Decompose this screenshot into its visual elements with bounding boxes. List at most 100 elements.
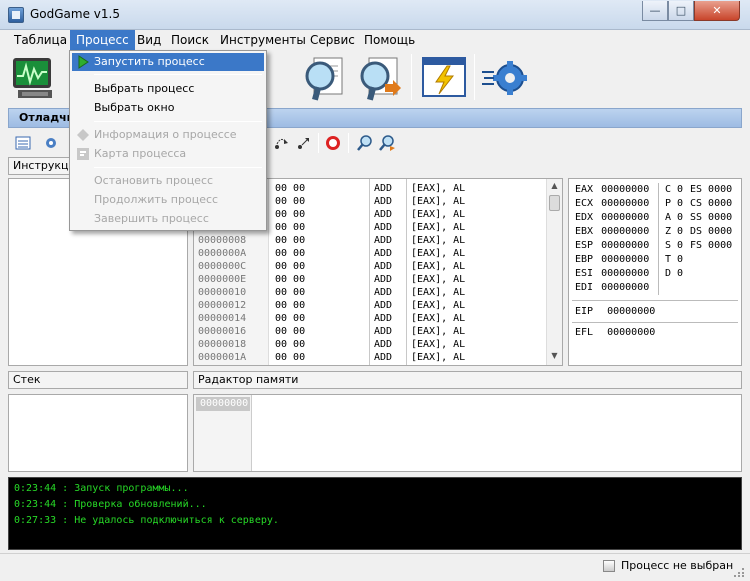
row-bytes: 00 00 <box>275 235 306 246</box>
row-operands: [EAX], AL <box>411 209 466 220</box>
row-opcode: ADD <box>374 274 393 285</box>
register-name: EBP <box>575 254 594 265</box>
register-name: ESI <box>575 268 594 279</box>
row-address: 00000010 <box>198 287 247 298</box>
disassembly-row[interactable]: 0000000C 00 00 ADD [EAX], AL <box>194 260 544 273</box>
menu-item-process-map[interactable]: Карта процесса <box>72 145 264 163</box>
memory-address[interactable]: 00000000 <box>196 397 250 411</box>
menu-item-resume-process[interactable]: Продолжить процесс <box>72 191 264 209</box>
row-bytes: 00 00 <box>275 222 306 233</box>
menu-process[interactable]: Процесс <box>70 30 135 50</box>
menu-item-start-process[interactable]: Запустить процесс <box>72 53 264 71</box>
map-icon <box>77 148 89 166</box>
disassembly-row[interactable]: 0000000E 00 00 ADD [EAX], AL <box>194 273 544 286</box>
toolbar-separator <box>318 133 319 153</box>
menu-item-select-process[interactable]: Выбрать процесс <box>72 80 264 98</box>
stack-view[interactable] <box>8 394 188 472</box>
lightning-window-icon[interactable] <box>420 54 468 102</box>
scroll-down-arrow[interactable]: ▼ <box>549 351 560 361</box>
row-operands: [EAX], AL <box>411 339 466 350</box>
segment-value: FS 0000 <box>690 240 733 251</box>
step-over-icon[interactable] <box>272 134 290 152</box>
disassembly-row[interactable]: 0000001A 00 00 ADD [EAX], AL <box>194 351 544 364</box>
register-name: EDI <box>575 282 594 293</box>
row-address: 00000014 <box>198 313 247 324</box>
scroll-thumb[interactable] <box>549 195 560 211</box>
row-bytes: 00 00 <box>275 248 306 259</box>
row-bytes: 00 00 <box>275 196 306 207</box>
row-opcode: ADD <box>374 248 393 259</box>
row-address: 00000012 <box>198 300 247 311</box>
menu-item-terminate-process[interactable]: Завершить процесс <box>72 210 264 228</box>
search-document-icon[interactable] <box>300 54 348 102</box>
row-opcode: ADD <box>374 300 393 311</box>
scroll-up-arrow[interactable]: ▲ <box>549 181 560 191</box>
row-operands: [EAX], AL <box>411 352 466 363</box>
row-operands: [EAX], AL <box>411 248 466 259</box>
menu-service[interactable]: Сервис <box>304 30 361 50</box>
monitor-icon[interactable] <box>10 54 58 102</box>
gear-icon[interactable] <box>480 54 528 102</box>
search-next-small-icon[interactable] <box>378 134 396 152</box>
flag-value: D 0 <box>665 268 684 279</box>
row-opcode: ADD <box>374 287 393 298</box>
disassembly-row[interactable]: 00000008 00 00 ADD [EAX], AL <box>194 234 544 247</box>
efl-value: 00000000 <box>607 327 656 338</box>
stop-icon[interactable] <box>324 134 342 152</box>
close-button[interactable]: ✕ <box>694 1 740 21</box>
menu-separator <box>94 167 262 168</box>
disassembly-row[interactable]: 00000018 00 00 ADD [EAX], AL <box>194 338 544 351</box>
register-name: EAX <box>575 184 594 195</box>
list-icon[interactable] <box>14 134 32 152</box>
row-operands: [EAX], AL <box>411 300 466 311</box>
row-opcode: ADD <box>374 235 393 246</box>
settings-small-icon[interactable] <box>42 134 60 152</box>
minimize-button[interactable]: — <box>642 1 668 21</box>
search-next-icon[interactable] <box>355 54 403 102</box>
register-name: ESP <box>575 240 594 251</box>
menu-item-label: Информация о процессе <box>94 128 237 141</box>
register-name: EBX <box>575 226 594 237</box>
row-bytes: 00 00 <box>275 287 306 298</box>
menu-table[interactable]: Таблица <box>8 30 73 50</box>
step-out-icon[interactable] <box>294 134 312 152</box>
window-title: GodGame v1.5 <box>30 7 120 21</box>
disassembly-row[interactable]: 00000014 00 00 ADD [EAX], AL <box>194 312 544 325</box>
menu-item-select-window[interactable]: Выбрать окно <box>72 99 264 117</box>
menu-item-stop-process[interactable]: Остановить процесс <box>72 172 264 190</box>
app-icon <box>8 7 24 23</box>
row-address: 0000001A <box>198 352 247 363</box>
disassembly-row[interactable]: 00000016 00 00 ADD [EAX], AL <box>194 325 544 338</box>
status-bar: Процесс не выбран <box>0 553 750 579</box>
menu-tools[interactable]: Инструменты <box>214 30 312 50</box>
disassembly-row[interactable]: 0000000A 00 00 ADD [EAX], AL <box>194 247 544 260</box>
disassembly-row[interactable]: 00000010 00 00 ADD [EAX], AL <box>194 286 544 299</box>
row-operands: [EAX], AL <box>411 222 466 233</box>
maximize-button[interactable]: □ <box>668 1 694 21</box>
menu-help[interactable]: Помощь <box>358 30 421 50</box>
row-address: 00000018 <box>198 339 247 350</box>
row-operands: [EAX], AL <box>411 183 466 194</box>
menu-search[interactable]: Поиск <box>165 30 215 50</box>
register-row: EBP 00000000 <box>575 254 649 265</box>
row-operands: [EAX], AL <box>411 326 466 337</box>
row-opcode: ADD <box>374 352 393 363</box>
search-small-icon[interactable] <box>356 134 374 152</box>
stack-header: Стек <box>8 371 188 389</box>
disassembly-scrollbar[interactable]: ▲ ▼ <box>546 179 562 365</box>
register-value: 00000000 <box>601 254 650 265</box>
register-value: 00000000 <box>601 268 650 279</box>
efl-register: EFL 00000000 <box>575 327 655 338</box>
segment-value: DS 0000 <box>690 226 733 237</box>
memory-editor-view[interactable]: 00000000 <box>193 394 742 472</box>
menu-view[interactable]: Вид <box>131 30 167 50</box>
register-row: ESP 00000000 <box>575 240 649 251</box>
menu-item-process-info[interactable]: Информация о процессе <box>72 126 264 144</box>
row-bytes: 00 00 <box>275 313 306 324</box>
row-address: 00000016 <box>198 326 247 337</box>
status-text: Процесс не выбран <box>621 559 734 572</box>
register-value: 00000000 <box>601 212 650 223</box>
resize-grip-icon[interactable] <box>732 566 746 578</box>
row-operands: [EAX], AL <box>411 313 466 324</box>
disassembly-row[interactable]: 00000012 00 00 ADD [EAX], AL <box>194 299 544 312</box>
